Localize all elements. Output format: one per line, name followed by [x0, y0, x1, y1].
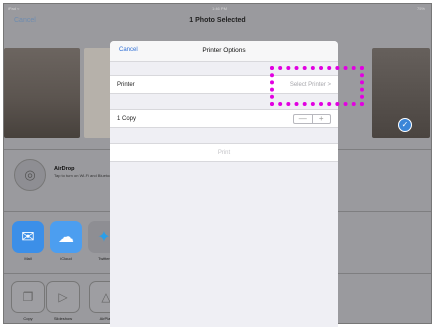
photo-thumbnail[interactable] [4, 48, 80, 138]
copy-action[interactable]: ❐ Copy [11, 281, 45, 321]
copy-icon: ❐ [11, 281, 45, 313]
print-button[interactable]: Print [110, 150, 338, 156]
modal-title: Printer Options [202, 47, 246, 54]
airdrop-icon: ◎ [14, 159, 46, 191]
mail-icon: ✉ [12, 221, 44, 253]
copies-label: 1 Copy [117, 116, 137, 122]
battery-label: 75% [416, 6, 425, 11]
checkmark-icon: ✓ [398, 118, 412, 132]
modal-header: Cancel Printer Options [110, 41, 338, 62]
carrier-label: iPad ≈ [8, 6, 20, 11]
action-label: Slideshow [53, 316, 73, 321]
play-icon: ▷ [46, 281, 80, 313]
action-label: Copy [23, 316, 33, 321]
photo-thumbnail[interactable] [84, 48, 112, 138]
app-label: Mail [24, 256, 32, 261]
print-row[interactable]: Print [110, 143, 338, 162]
navigation-bar: Cancel 1 Photo Selected [4, 12, 431, 36]
time-label: 1:46 PM [212, 6, 227, 11]
mail-share-button[interactable]: ✉ Mail [12, 221, 44, 261]
cloud-icon: ☁ [50, 221, 82, 253]
printer-label: Printer [117, 82, 135, 88]
icloud-share-button[interactable]: ☁ iCloud [50, 221, 82, 261]
decrement-button[interactable]: — [294, 115, 312, 123]
app-label: iCloud [60, 256, 72, 261]
increment-button[interactable]: + [313, 115, 331, 123]
select-printer-highlight [270, 66, 364, 106]
copies-row: 1 Copy — + [110, 109, 338, 128]
airdrop-title: AirDrop [54, 166, 75, 172]
slideshow-action[interactable]: ▷ Slideshow [46, 281, 80, 321]
copies-stepper[interactable]: — + [293, 114, 331, 124]
page-title: 1 Photo Selected [189, 17, 246, 24]
